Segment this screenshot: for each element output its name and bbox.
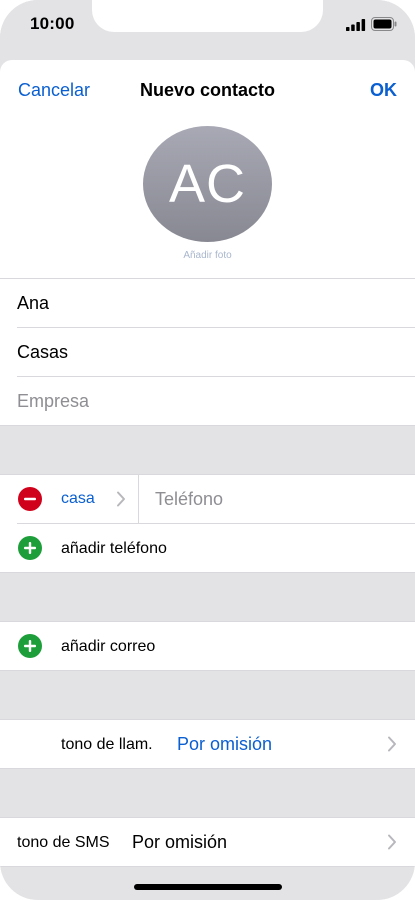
page-title: Nuevo contacto xyxy=(139,80,276,100)
status-time: 10:00 xyxy=(30,14,75,33)
home-indicator[interactable] xyxy=(134,884,282,890)
plus-circle-icon xyxy=(18,634,42,658)
phone-label-selector[interactable]: casa xyxy=(61,490,95,508)
sms-tone-row[interactable]: tono de SMS Por omisión xyxy=(0,818,415,866)
phone-input-placeholder[interactable]: Teléfono xyxy=(155,489,223,510)
add-photo-link[interactable]: Añadir foto xyxy=(0,250,415,261)
chevron-right-icon xyxy=(388,834,396,850)
minus-circle-icon xyxy=(18,487,42,511)
section-spacer xyxy=(0,573,415,621)
avatar-initials: AC xyxy=(168,154,246,214)
first-name-value: Ana xyxy=(17,293,50,313)
add-phone-label: añadir teléfono xyxy=(61,540,167,557)
remove-phone-button[interactable] xyxy=(18,487,42,511)
last-name-field[interactable]: Casas xyxy=(0,328,415,376)
ringtone-value: Por omisión xyxy=(177,734,273,754)
ringtone-row[interactable]: tono de llam. Por omisión xyxy=(0,720,415,768)
chevron-right-icon xyxy=(388,736,396,752)
plus-circle-icon xyxy=(18,536,42,560)
sms-tone-label: tono de SMS xyxy=(17,834,110,851)
new-contact-sheet: Cancelar Nuevo contacto OK AC Añadir fot… xyxy=(0,60,415,900)
cellular-signal-icon xyxy=(346,19,366,31)
phone-screen: 10:00 Cancelar Nuevo contacto OK AC Añad… xyxy=(0,0,415,900)
add-email-label: añadir correo xyxy=(61,638,156,655)
navigation-bar: Cancelar Nuevo contacto OK xyxy=(0,60,415,122)
status-bar: 10:00 xyxy=(0,0,415,60)
last-name-value: Casas xyxy=(17,342,69,362)
phone-row: casa Teléfono xyxy=(0,475,415,523)
chevron-right-icon xyxy=(117,491,125,507)
ok-button[interactable]: OK xyxy=(370,80,397,101)
notch xyxy=(92,0,323,32)
section-spacer xyxy=(0,426,415,474)
add-phone-row[interactable]: añadir teléfono xyxy=(0,524,415,572)
ringtone-label: tono de llam. xyxy=(61,736,153,753)
section-spacer xyxy=(0,671,415,719)
sms-tone-value: Por omisión xyxy=(132,832,228,852)
avatar[interactable]: AC xyxy=(143,126,272,242)
first-name-field[interactable]: Ana xyxy=(0,279,415,327)
company-placeholder: Empresa xyxy=(17,391,90,411)
add-phone-button[interactable] xyxy=(18,536,42,560)
add-email-button[interactable] xyxy=(18,634,42,658)
section-spacer xyxy=(0,769,415,817)
add-email-row[interactable]: añadir correo xyxy=(0,622,415,670)
divider xyxy=(138,475,139,523)
company-field[interactable]: Empresa xyxy=(0,377,415,425)
battery-icon xyxy=(371,17,397,31)
